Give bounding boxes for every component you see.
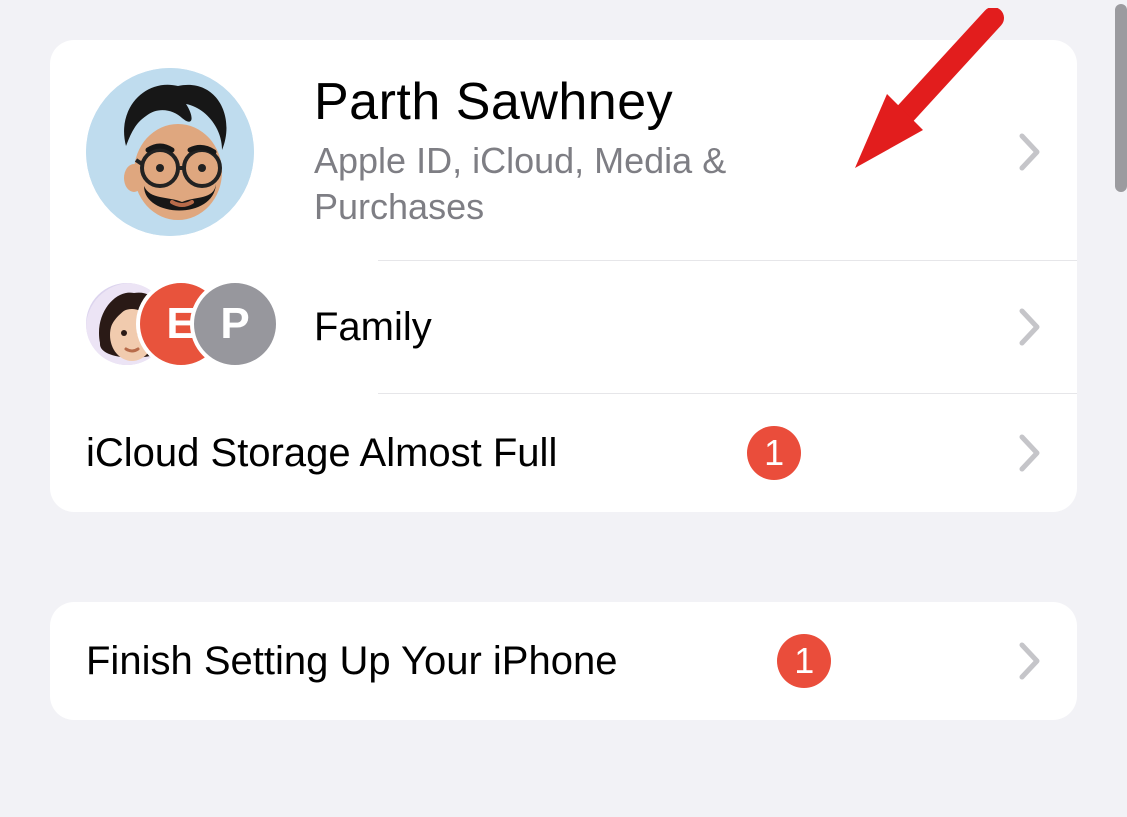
chevron-right-icon bbox=[1019, 434, 1041, 472]
scrollbar[interactable] bbox=[1115, 4, 1127, 192]
chevron-right-icon bbox=[1019, 308, 1041, 346]
user-avatar bbox=[86, 68, 254, 236]
badge-count: 1 bbox=[764, 432, 784, 474]
family-member-initial: P bbox=[190, 279, 280, 369]
family-avatar-stack: E P bbox=[86, 279, 286, 375]
chevron-right-icon bbox=[1019, 133, 1041, 171]
family-label: Family bbox=[314, 305, 432, 350]
setup-section: Finish Setting Up Your iPhone 1 bbox=[50, 602, 1077, 720]
avatar-initial-label: P bbox=[220, 299, 249, 349]
apple-id-row[interactable]: Parth Sawhney Apple ID, iCloud, Media & … bbox=[50, 40, 1077, 260]
profile-subtitle: Apple ID, iCloud, Media & Purchases bbox=[314, 138, 834, 230]
notification-badge: 1 bbox=[777, 634, 831, 688]
notification-badge: 1 bbox=[747, 426, 801, 480]
finish-setup-row[interactable]: Finish Setting Up Your iPhone 1 bbox=[50, 602, 1077, 720]
chevron-right-icon bbox=[1019, 642, 1041, 680]
finish-setup-label: Finish Setting Up Your iPhone bbox=[86, 639, 617, 684]
badge-count: 1 bbox=[794, 640, 814, 682]
profile-name: Parth Sawhney bbox=[314, 74, 834, 131]
family-row[interactable]: E P Family bbox=[50, 261, 1077, 393]
account-section: Parth Sawhney Apple ID, iCloud, Media & … bbox=[50, 40, 1077, 512]
icloud-storage-row[interactable]: iCloud Storage Almost Full 1 bbox=[50, 394, 1077, 512]
icloud-storage-label: iCloud Storage Almost Full bbox=[86, 431, 557, 476]
